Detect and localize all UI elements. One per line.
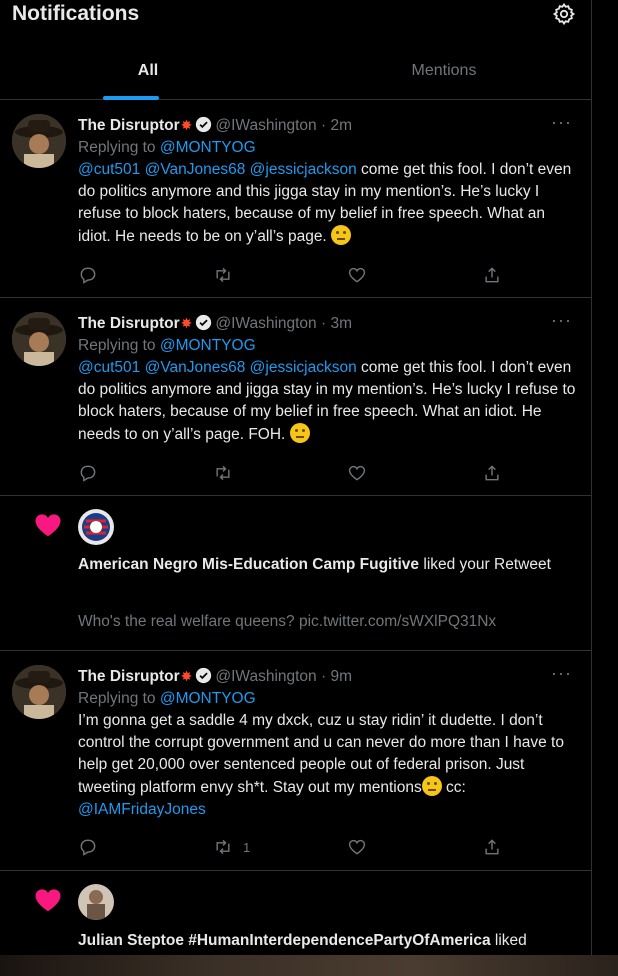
author-name[interactable]: The Disruptor xyxy=(78,315,180,332)
share-button[interactable] xyxy=(482,462,502,484)
face-with-rolling-eyes-icon xyxy=(289,423,310,443)
liker-name[interactable]: American Negro Mis-Education Camp Fugiti… xyxy=(78,556,419,573)
heart-icon xyxy=(348,465,366,481)
share-icon xyxy=(485,839,499,855)
author-handle[interactable]: @IWashington xyxy=(215,668,316,685)
separator: · xyxy=(316,315,331,332)
replying-label: Replying to xyxy=(78,139,160,156)
replying-label: Replying to xyxy=(78,337,160,354)
tweet[interactable]: The Disruptor✸ @IWashington · 9m Replying… xyxy=(0,651,591,871)
retweet-button[interactable]: 1 xyxy=(213,836,250,858)
like-action: liked your Retweet xyxy=(419,556,551,573)
heart-icon xyxy=(35,889,61,912)
verified-badge-icon xyxy=(196,116,212,133)
author-name[interactable]: The Disruptor xyxy=(78,117,180,134)
like-button[interactable] xyxy=(347,462,377,484)
collision-emoji-icon: ✸ xyxy=(180,668,193,684)
cc-handle-link[interactable]: @IAMFridayJones xyxy=(78,801,206,818)
avatar[interactable] xyxy=(12,312,66,366)
share-icon xyxy=(485,465,499,481)
separator: · xyxy=(316,117,331,134)
tweet-text: I’m gonna get a saddle 4 my dxck, cuz u … xyxy=(78,710,580,821)
avatar[interactable] xyxy=(78,884,114,920)
tweet-actions xyxy=(78,462,499,484)
separator: · xyxy=(316,668,331,685)
replying-to: Replying to @MONTYOG xyxy=(78,137,580,159)
replying-to-link[interactable]: @MONTYOG xyxy=(160,690,256,707)
face-with-rolling-eyes-icon xyxy=(331,225,352,245)
heart-icon xyxy=(348,267,366,283)
retweet-icon xyxy=(216,839,230,855)
tab-mentions-label: Mentions xyxy=(411,62,477,79)
share-button[interactable] xyxy=(482,264,502,286)
mention-links[interactable]: @cut501 @VanJones68 @jessicjackson xyxy=(78,161,357,178)
like-notification[interactable]: American Negro Mis-Education Camp Fugiti… xyxy=(0,496,591,651)
reply-button[interactable] xyxy=(78,462,98,484)
retweet-button[interactable] xyxy=(213,462,243,484)
collision-emoji-icon: ✸ xyxy=(180,315,193,331)
notifications-panel: Notifications All Mentions The Disruptor… xyxy=(0,0,592,955)
replying-label: Replying to xyxy=(78,690,160,707)
like-action: liked xyxy=(490,932,527,949)
header: Notifications All Mentions xyxy=(0,0,591,100)
verified-badge-icon xyxy=(196,667,212,684)
like-text: Julian Steptoe #HumanInterdependencePart… xyxy=(78,930,576,952)
author-handle[interactable]: @IWashington xyxy=(215,315,316,332)
heart-icon xyxy=(348,839,366,855)
notification-feed: The Disruptor✸ @IWashington · 2m Replying… xyxy=(0,100,591,955)
avatar[interactable] xyxy=(12,114,66,168)
tweet[interactable]: The Disruptor✸ @IWashington · 2m Replying… xyxy=(0,100,591,298)
heart-icon xyxy=(35,514,61,537)
replying-to-link[interactable]: @MONTYOG xyxy=(160,337,256,354)
avatar[interactable] xyxy=(78,509,114,545)
face-with-rolling-eyes-icon xyxy=(421,776,442,796)
replying-to: Replying to @MONTYOG xyxy=(78,688,580,710)
reply-icon xyxy=(80,465,96,482)
cc-label: cc: xyxy=(441,779,466,796)
mention-links[interactable]: @cut501 @VanJones68 @jessicjackson xyxy=(78,359,357,376)
tweet-time[interactable]: 3m xyxy=(330,315,352,332)
like-button[interactable] xyxy=(347,836,377,858)
reply-icon xyxy=(80,267,96,284)
tweet-text: @cut501 @VanJones68 @jessicjackson come … xyxy=(78,159,580,248)
tweet-time[interactable]: 9m xyxy=(330,668,352,685)
tab-mentions[interactable]: Mentions xyxy=(296,45,591,100)
author-name[interactable]: The Disruptor xyxy=(78,668,180,685)
tab-all-label: All xyxy=(137,62,159,79)
tweet[interactable]: The Disruptor✸ @IWashington · 3m Replying… xyxy=(0,298,591,496)
gear-icon[interactable] xyxy=(552,2,576,26)
like-text: American Negro Mis-Education Camp Fugiti… xyxy=(78,554,576,576)
more-options-icon[interactable]: ··· xyxy=(551,663,572,684)
more-options-icon[interactable]: ··· xyxy=(551,310,572,331)
reply-button[interactable] xyxy=(78,264,98,286)
tweet-actions xyxy=(78,264,499,286)
like-notification[interactable]: Julian Steptoe #HumanInterdependencePart… xyxy=(0,871,591,955)
author-handle[interactable]: @IWashington xyxy=(215,117,316,134)
liked-tweet-preview[interactable]: Who's the real welfare queens? pic.twitt… xyxy=(78,611,576,633)
replying-to-link[interactable]: @MONTYOG xyxy=(160,139,256,156)
replying-to: Replying to @MONTYOG xyxy=(78,335,580,357)
avatar[interactable] xyxy=(12,665,66,719)
share-icon xyxy=(485,267,499,283)
retweet-button[interactable] xyxy=(213,264,243,286)
tab-all[interactable]: All xyxy=(0,45,296,100)
retweet-icon xyxy=(216,267,230,283)
reply-icon xyxy=(80,839,96,856)
retweet-count: 1 xyxy=(243,839,251,855)
tweet-text: @cut501 @VanJones68 @jessicjackson come … xyxy=(78,357,580,446)
tweet-body: I’m gonna get a saddle 4 my dxck, cuz u … xyxy=(78,712,564,796)
share-button[interactable] xyxy=(482,836,502,858)
liker-name[interactable]: Julian Steptoe #HumanInterdependencePart… xyxy=(78,932,491,949)
reply-button[interactable] xyxy=(78,836,98,858)
verified-badge-icon xyxy=(196,314,212,331)
tab-bar: All Mentions xyxy=(0,45,591,100)
page-title: Notifications xyxy=(12,2,140,25)
more-options-icon[interactable]: ··· xyxy=(551,112,572,133)
collision-emoji-icon: ✸ xyxy=(180,117,193,133)
background-strip xyxy=(0,955,618,976)
like-button[interactable] xyxy=(347,264,377,286)
tweet-time[interactable]: 2m xyxy=(330,117,352,134)
retweet-icon xyxy=(216,465,230,481)
tweet-actions: 1 xyxy=(78,836,499,858)
